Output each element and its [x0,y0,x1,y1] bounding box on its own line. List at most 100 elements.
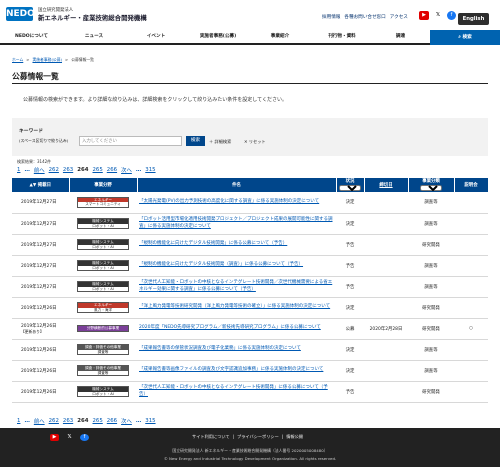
pager-page[interactable]: 266 [107,418,117,424]
x-icon[interactable]: 𝕏 [65,434,74,441]
row-briefing [454,276,488,298]
pager-prev[interactable]: 前へ [34,166,45,174]
pager-page[interactable]: 262 [49,418,59,424]
facebook-icon[interactable]: f [447,11,456,20]
table-row: 2019年12月26日 調査・評価その他事業 調査等 「成果報告書等の保管状況調査及び… [12,339,488,361]
status-filter[interactable]: すべて [339,185,361,191]
footer-link-disclosure[interactable]: 情報公開 [286,434,303,440]
keyword-input[interactable]: 入力してください [79,136,182,146]
pager-page[interactable]: 265 [92,418,102,424]
org-name-line2[interactable]: 新エネルギー・産業技術総合開発機構 [38,13,147,22]
row-status: 決定 [336,339,364,361]
pager-next[interactable]: 次へ [121,166,132,174]
search-button[interactable]: 検索 [186,136,205,146]
row-category: 機械システム ロボット・AI [69,234,137,256]
row-title-link[interactable]: 「成果報告書等の保管状況調査及び電子化業務」に係る実施体制の決定について [139,346,334,353]
nav-about[interactable]: NEDOについて [0,30,63,43]
nav-search-button[interactable]: ⌕ 検索 [430,30,500,45]
row-briefing [454,234,488,256]
footer-sep: | [232,434,234,439]
breadcrumb-offering[interactable]: 実施者事務(公募) [32,57,62,63]
nav-procurement[interactable]: 調達 [373,30,428,43]
row-title-link[interactable]: 「ロボット活用型市場化適用技術開発プロジェクト／プロジェクト成果の展開可能性に関… [139,217,334,230]
pager-next[interactable]: 次へ [121,417,132,425]
pager-prev[interactable]: 前へ [34,417,45,425]
category-sub: ロボット・AI [78,391,128,397]
row-date: 2019年12月26日 [12,339,69,361]
row-category: 調査・評価その他事業 調査等 [69,360,137,382]
facebook-icon[interactable]: f [80,434,89,441]
row-status: 予告 [336,234,364,256]
header-link-access[interactable]: アクセス [390,14,408,20]
col-deadline[interactable]: 締切日 [364,178,409,192]
pager-ellipsis: … [24,418,30,424]
offering-table: ▲▼ 掲載日 事業分野 件名 状況 すべて 締切日 事業分類 すべて 説明会 201… [12,178,489,403]
header-sns: ▶ 𝕏 f [419,11,456,20]
row-status: 公募 [336,318,364,340]
row-title-link[interactable]: 「規制の機能化に向けたデジタル技術開発」に係る公募について（予告） [139,241,334,248]
header-link-careers[interactable]: 採用情報 [322,14,340,20]
category-sub: ロボット・AI [78,286,128,292]
row-category: 機械システム ロボット・AI [69,213,137,235]
breadcrumb-sep: > [26,57,30,62]
row-title-link[interactable]: 「太陽光発電(PV)の出力予測技術の高度化に関する調査」に係る実施体制の決定につ… [139,199,334,206]
pager-page[interactable]: 265 [92,167,102,173]
pager-first[interactable]: 1 [17,418,20,424]
youtube-icon[interactable]: ▶ [419,11,429,20]
row-deadline [364,213,408,235]
pager-first[interactable]: 1 [17,167,20,173]
nav-events[interactable]: イベント [125,30,187,43]
row-title: 2020年度「NEDO先導研究プログラム／新技術先導研究プログラム」に係る公募に… [137,318,336,340]
col-date-label: 掲載日 [37,183,51,188]
pager-page[interactable]: 263 [63,418,73,424]
table-row: 2019年12月27日 機械システム ロボット・AI 「ロボット活用型市場化適用技術開… [12,213,488,235]
english-button[interactable]: English [458,13,489,25]
category-badge: 機械システム ロボット・AI [77,217,129,230]
advanced-search-link[interactable]: ＋ 詳細検索 [209,139,231,145]
x-icon[interactable]: 𝕏 [433,11,443,20]
row-briefing [454,255,488,277]
row-title-link[interactable]: 「次世代人工知能・ロボットの中核となるインテグレート技術開発」に係る公募について… [139,385,334,398]
row-status: 予告 [336,255,364,277]
youtube-icon[interactable]: ▶ [50,434,59,441]
pager-current: 264 [77,167,89,173]
category-sub: スマートコミュニティ [78,202,128,207]
pager-page[interactable]: 263 [63,167,73,173]
nedo-logo[interactable]: NEDO [6,7,35,21]
nav-public-offering[interactable]: 実施者事務(公募) [187,30,249,43]
row-kind: 研究開発 [408,318,454,340]
kind-filter[interactable]: すべて [420,185,442,191]
row-briefing [454,339,488,361]
col-date[interactable]: ▲▼ 掲載日 [12,178,70,192]
col-deadline-label: 締切日 [379,183,393,188]
header-link-contact[interactable]: 各種お問い合せ窓口 [344,14,385,20]
row-title-link[interactable]: 「洋上風力発電等技術研究開発（洋上風力発電等技術の確立）」に係る実施体制の決定に… [139,304,334,311]
row-category: 調査・評価その他事業 調査等 [69,339,137,361]
pager-last[interactable]: 315 [145,167,155,173]
row-briefing [454,297,488,319]
category-badge: エネルギー 風力・海洋 [77,301,129,314]
pager-page[interactable]: 262 [49,167,59,173]
breadcrumb-home[interactable]: ホーム [12,57,23,63]
nav-projects[interactable]: 事業紹介 [249,30,311,43]
row-title: 「次世代人工知能・ロボットの中核となるインテグレート技術開発／次世代機械需要によ… [137,276,336,298]
row-title-link[interactable]: 2020年度「NEDO先導研究プログラム／新技術先導研究プログラム」に係る公募に… [139,325,334,332]
footer-sep: | [281,434,284,439]
row-deadline [364,255,408,277]
nav-news[interactable]: ニュース [63,30,125,43]
row-title-link[interactable]: 「成果報告書等画像ファイルの調査及び文字認識追加事務」に係る実施体制の決定につい… [139,367,334,374]
footer-link-privacy[interactable]: プライバシーポリシー [237,434,279,440]
row-date: 2019年12月26日 [12,297,69,319]
pager-page[interactable]: 266 [107,167,117,173]
row-title-link[interactable]: 「次世代人工知能・ロボットの中核となるインテグレート技術開発／次世代機械需要によ… [139,280,334,293]
row-category: 機械システム ロボット・AI [69,276,137,298]
nav-publications[interactable]: 刊行物・資料 [311,30,373,43]
col-kind: 事業分類 すべて [408,178,455,192]
row-kind: 調査等 [408,339,454,361]
reset-link[interactable]: ✕ リセット [244,139,266,145]
page-intro: 公募情報の検索ができます。より詳細な絞り込みは、詳細検索をクリックして絞り込みた… [23,97,287,103]
pager-last[interactable]: 315 [145,418,155,424]
row-title-link[interactable]: 「規制の機能化に向けたデジタル技術開発（調査）」に係る公募について（予告） [139,262,334,269]
footer-link-site-use[interactable]: サイト利用について [192,434,230,440]
pager-ellipsis: … [135,418,142,424]
